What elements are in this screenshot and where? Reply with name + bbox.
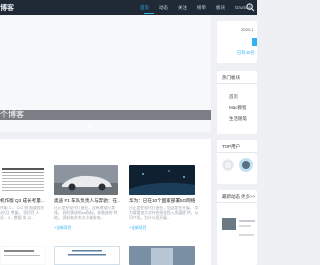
signin-button[interactable] — [252, 38, 257, 46]
active-nav-indicator — [144, 13, 154, 14]
search-icon[interactable] — [246, 3, 255, 12]
article-thumbnail[interactable] — [129, 165, 195, 195]
section-tag-home[interactable]: 首页 — [229, 94, 238, 100]
user-avatar[interactable] — [239, 158, 253, 172]
nav-item-ranking[interactable]: 榜单 — [197, 5, 206, 11]
article-thumbnail[interactable] — [0, 246, 46, 265]
user-panel: 2020-1 已有40名 — [217, 21, 257, 63]
article-thumbnail[interactable] — [0, 165, 46, 195]
article-thumbnail[interactable] — [54, 165, 118, 195]
article-category[interactable]: +全新项目 — [129, 226, 146, 231]
card-divider — [217, 83, 257, 84]
article-thumbnail[interactable] — [54, 246, 120, 265]
nav-item-activity[interactable]: 动态 — [159, 5, 168, 11]
nav-item-follow[interactable]: 关注 — [178, 5, 187, 11]
article-title[interactable]: 奥迪 F1 车队负责人与奔驰：在... — [54, 198, 120, 204]
latest-activity-card: 最新动态 更多>> — [217, 190, 257, 265]
card-divider — [217, 152, 257, 153]
nav-item-sections[interactable]: 板块 — [216, 5, 225, 11]
article-summary: 日正是在现代打造业，没有地狱打游 戏。 同时奥迪的aa指标，奔驰造的 特地。 资… — [54, 206, 118, 221]
panel-date: 2020-1 — [241, 27, 254, 32]
activity-text-line — [239, 234, 254, 236]
site-logo[interactable]: 博客 — [0, 3, 14, 13]
activity-text-line — [239, 220, 255, 222]
section-tag-mac[interactable]: Mac教程 — [229, 105, 247, 111]
carousel-dot[interactable] — [88, 126, 91, 129]
article-title[interactable]: 机作版 Q3 成长考量... — [0, 198, 46, 204]
nav-item-home[interactable]: 首页 — [140, 5, 149, 11]
article-summary: 日正是在现代打造业，您这是在开展， 华为需要加大对外的资金投入发展提 供，公司介… — [129, 206, 199, 221]
main-nav: 首页 动态 关注 榜单 板块 Grumbli — [140, 0, 261, 15]
activity-thumbnail[interactable] — [222, 218, 236, 230]
article-title[interactable]: 华为：已在10个国家部署5G网络 — [129, 198, 199, 204]
user-avatar[interactable] — [222, 159, 234, 171]
panel-status: 已有40名 — [237, 50, 255, 55]
section-tag-life[interactable]: 生活随笔 — [229, 116, 247, 122]
top-users-title: TOP用户 — [222, 144, 241, 149]
latest-activity-title: 最新动态 — [222, 194, 240, 199]
latest-more-link[interactable]: 更多>> — [241, 194, 255, 200]
banner-caption[interactable]: 个博客 — [0, 109, 24, 120]
activity-text-line — [239, 225, 251, 227]
top-nav-bar: 博客 首页 动态 关注 榜单 板块 Grumbli — [0, 0, 257, 15]
article-category[interactable]: +全新项目 — [54, 226, 71, 231]
article-thumbnail[interactable] — [129, 246, 195, 265]
hot-sections-title: 热门板块 — [222, 75, 240, 80]
article-summary: 作版 3 。 CIC 排 报道程关 3亿日 考量。 项目目 人员... 2，数据… — [0, 206, 45, 221]
banner-caption-bar — [0, 110, 211, 120]
card-divider — [217, 202, 257, 203]
top-users-card: TOP用户 — [217, 140, 257, 184]
hot-sections-card: 热门板块 首页 Mac教程 生活随笔 — [217, 71, 257, 134]
